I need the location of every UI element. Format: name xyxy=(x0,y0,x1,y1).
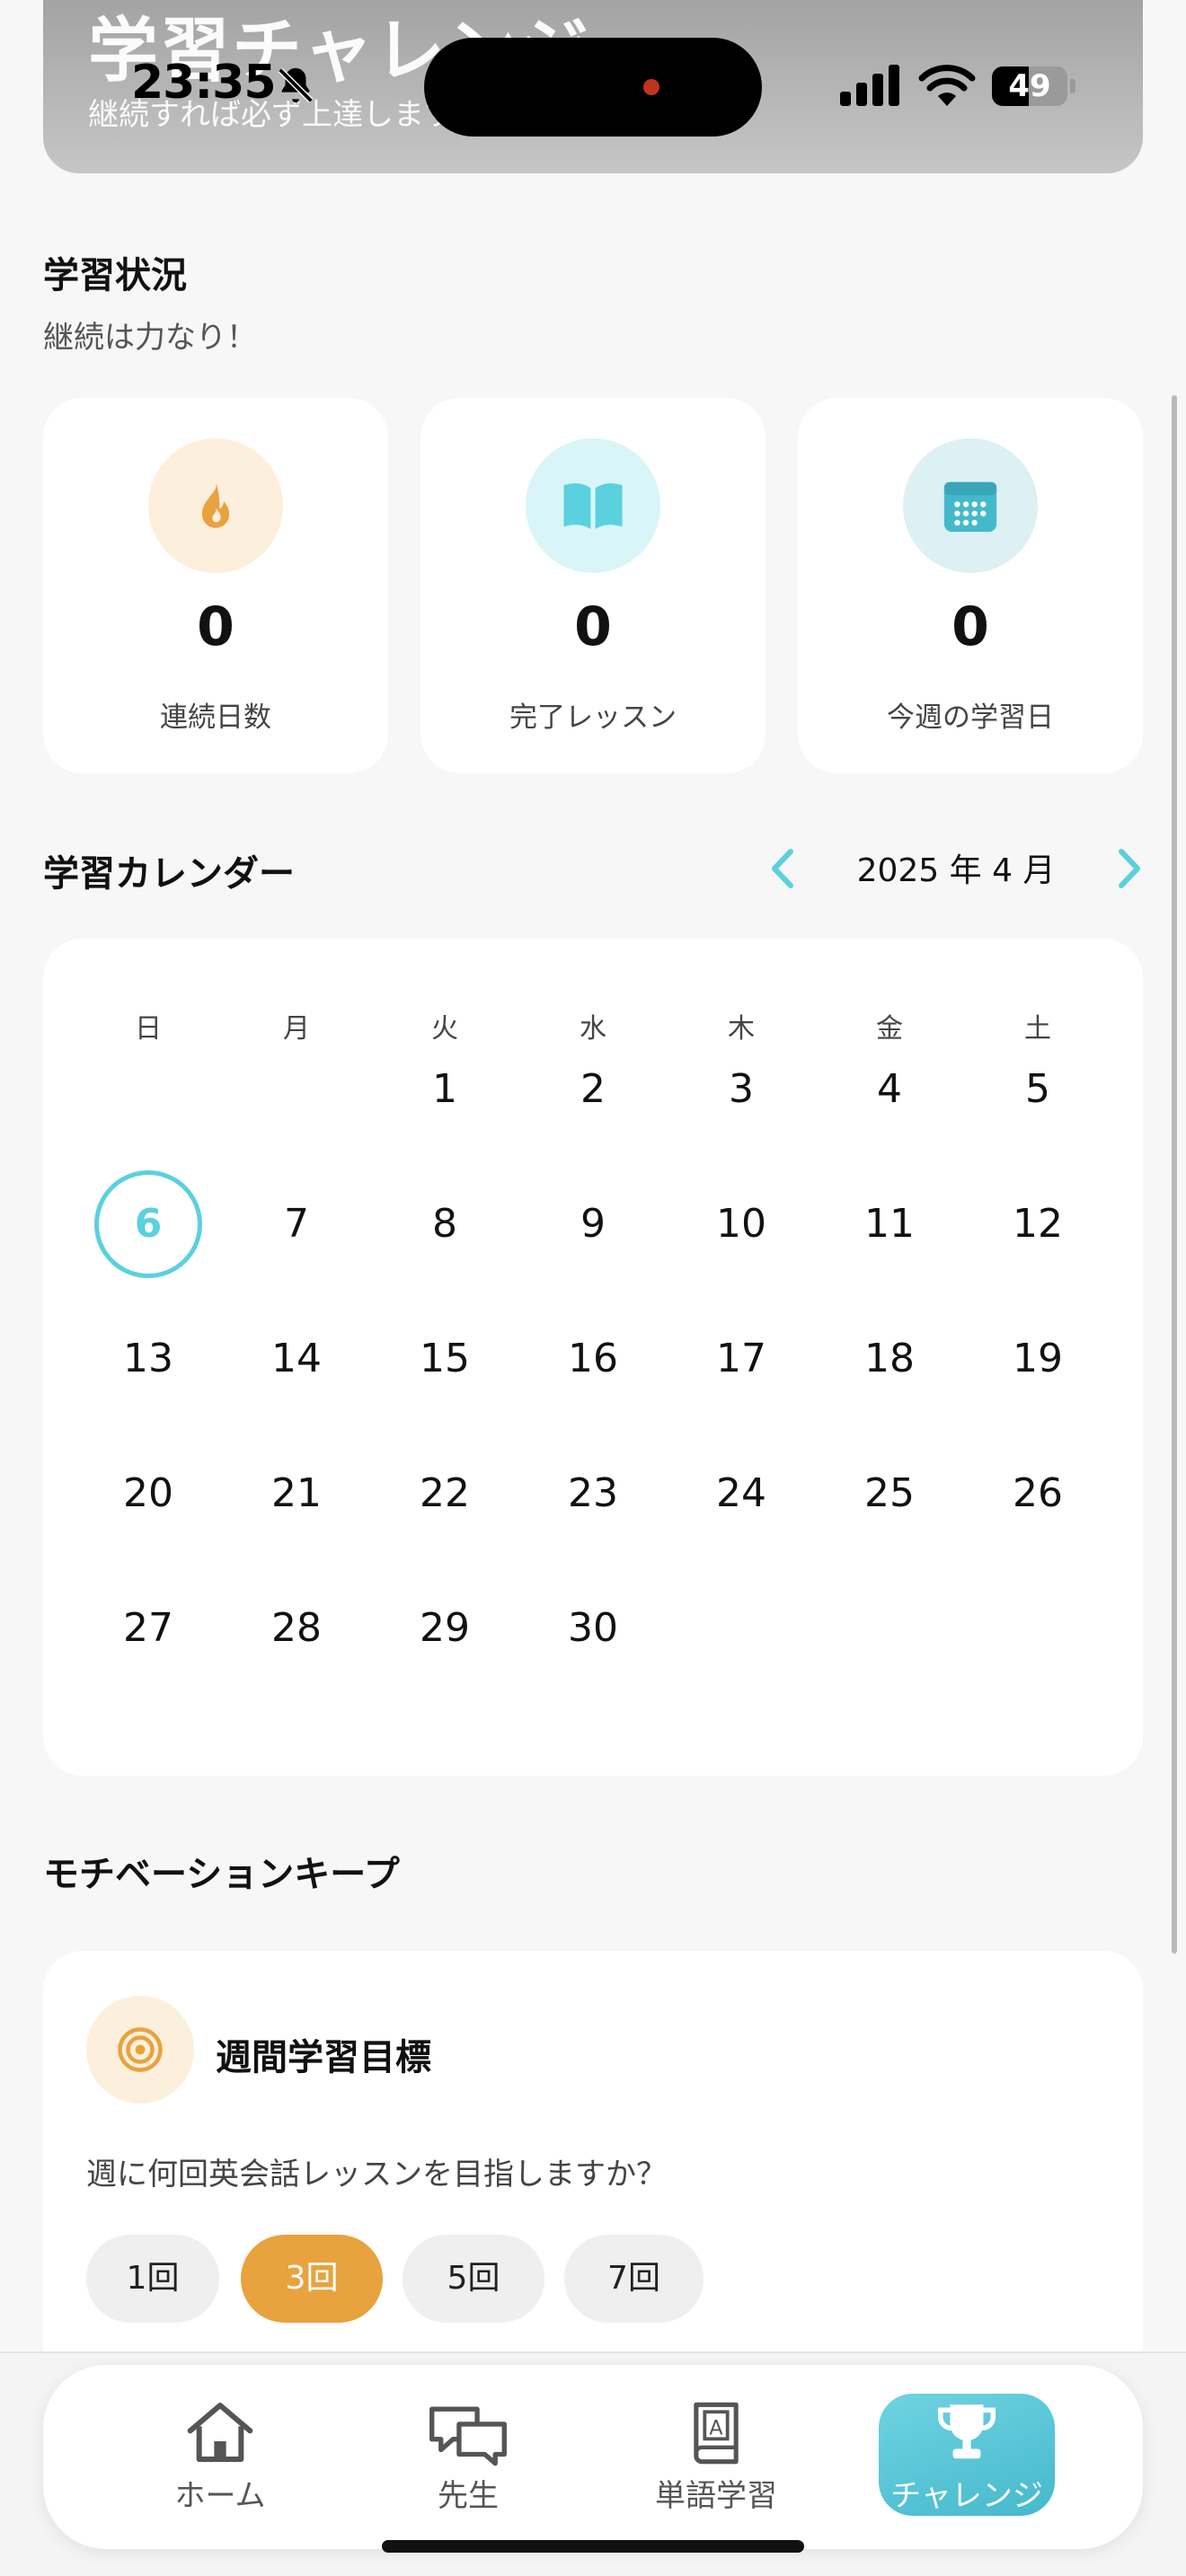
stat-value: 0 xyxy=(197,595,235,658)
study-status-title: 学習状況 xyxy=(43,255,187,296)
prev-month-button[interactable] xyxy=(766,846,801,891)
goal-option-button[interactable]: 1回 xyxy=(86,2235,219,2323)
goal-option-button[interactable]: 5回 xyxy=(403,2235,544,2323)
tab-label: ホーム xyxy=(174,2478,266,2514)
calendar-day[interactable]: 21 xyxy=(243,1440,350,1548)
next-month-button[interactable] xyxy=(1111,846,1146,891)
calendar-day[interactable]: 17 xyxy=(687,1305,795,1413)
calendar-day[interactable]: 15 xyxy=(391,1305,499,1413)
goal-icon-bg xyxy=(86,1996,194,2104)
calendar-day[interactable]: 20 xyxy=(94,1440,202,1548)
calendar-day[interactable]: 3 xyxy=(687,1036,795,1143)
tab-challenge[interactable]: チャレンジ xyxy=(879,2394,1055,2516)
study-status-subtitle: 継続は力なり！ xyxy=(43,320,257,356)
home-indicator xyxy=(382,2540,804,2553)
stat-value: 0 xyxy=(951,595,989,658)
calendar-day[interactable]: 26 xyxy=(984,1440,1092,1548)
signal-icon xyxy=(840,65,899,106)
scrollbar[interactable] xyxy=(1172,395,1177,1954)
bell-slash-icon xyxy=(278,67,314,103)
calendar-day[interactable]: 24 xyxy=(687,1440,795,1548)
calendar-day[interactable]: 4 xyxy=(836,1036,943,1143)
calendar-day[interactable]: 22 xyxy=(391,1440,499,1548)
calendar-month-label: 2025 年 4 月 xyxy=(856,852,1056,889)
stat-card-week-days: 0 今週の学習日 xyxy=(798,398,1143,773)
battery-level: 49 xyxy=(1008,68,1051,104)
calendar-day[interactable]: 7 xyxy=(243,1170,350,1278)
weekday-label: 日 xyxy=(135,1013,162,1045)
target-icon xyxy=(118,2027,163,2072)
calendar-day[interactable]: 16 xyxy=(539,1305,647,1413)
calendar-day[interactable]: 5 xyxy=(984,1036,1092,1143)
calendar-day[interactable]: 30 xyxy=(539,1575,647,1682)
tab-label: 先生 xyxy=(438,2478,499,2514)
home-icon xyxy=(187,2403,253,2462)
calendar-day[interactable]: 12 xyxy=(984,1170,1092,1278)
calendar-day[interactable]: 10 xyxy=(687,1170,795,1278)
stat-value: 0 xyxy=(574,595,612,658)
camera-indicator xyxy=(643,79,659,95)
calendar-day-today[interactable]: 6 xyxy=(94,1170,202,1278)
calendar-day[interactable]: 2 xyxy=(539,1036,647,1143)
wifi-icon xyxy=(918,65,976,106)
dictionary-icon: A xyxy=(694,2402,739,2465)
stat-icon-bg xyxy=(526,438,660,573)
stat-label: 連続日数 xyxy=(160,701,271,734)
dynamic-island xyxy=(424,38,762,137)
tab-teacher[interactable]: 先生 xyxy=(380,2394,556,2516)
calendar-day[interactable]: 18 xyxy=(836,1305,943,1413)
calendar-day[interactable]: 14 xyxy=(243,1305,350,1413)
battery-icon: 49 xyxy=(992,66,1075,106)
goal-title: 週間学習目標 xyxy=(216,2037,431,2078)
stat-icon-bg xyxy=(903,438,1038,573)
calendar-day[interactable]: 27 xyxy=(94,1575,202,1682)
calendar-day[interactable]: 29 xyxy=(391,1575,499,1682)
svg-text:A: A xyxy=(709,2417,722,2440)
flame-icon xyxy=(201,481,230,528)
chat-bubbles-icon xyxy=(429,2406,507,2466)
calendar-day[interactable]: 8 xyxy=(391,1170,499,1278)
stat-label: 今週の学習日 xyxy=(887,701,1054,734)
calendar-icon xyxy=(943,481,997,533)
calendar-day[interactable]: 9 xyxy=(539,1170,647,1278)
trophy-icon xyxy=(937,2404,996,2459)
goal-question: 週に何回英会話レッスンを目指しますか？ xyxy=(86,2157,667,2192)
tab-home[interactable]: ホーム xyxy=(132,2394,308,2516)
calendar-day[interactable]: 28 xyxy=(243,1575,350,1682)
stat-icon-bg xyxy=(148,438,283,573)
calendar-day[interactable]: 11 xyxy=(836,1170,943,1278)
calendar-title: 学習カレンダー xyxy=(43,853,295,895)
calendar-day[interactable]: 13 xyxy=(94,1305,202,1413)
stat-label: 完了レッスン xyxy=(509,701,677,734)
stat-card-streak: 0 連続日数 xyxy=(43,398,388,773)
book-icon xyxy=(563,483,623,529)
calendar-day[interactable]: 1 xyxy=(391,1036,499,1143)
weekday-label: 月 xyxy=(283,1013,310,1045)
tab-label: チャレンジ xyxy=(890,2478,1043,2514)
status-time: 23:35 xyxy=(131,56,277,110)
calendar-day[interactable]: 19 xyxy=(984,1305,1092,1413)
calendar-day[interactable]: 25 xyxy=(836,1440,943,1548)
calendar-day[interactable]: 23 xyxy=(539,1440,647,1548)
goal-option-button[interactable]: 3回 xyxy=(241,2235,383,2323)
tab-vocabulary[interactable]: A 単語学習 xyxy=(628,2394,804,2516)
goal-option-button[interactable]: 7回 xyxy=(564,2235,704,2323)
stat-card-lessons: 0 完了レッスン xyxy=(420,398,766,773)
motivation-title: モチベーションキープ xyxy=(43,1854,400,1895)
tab-label: 単語学習 xyxy=(655,2478,777,2514)
